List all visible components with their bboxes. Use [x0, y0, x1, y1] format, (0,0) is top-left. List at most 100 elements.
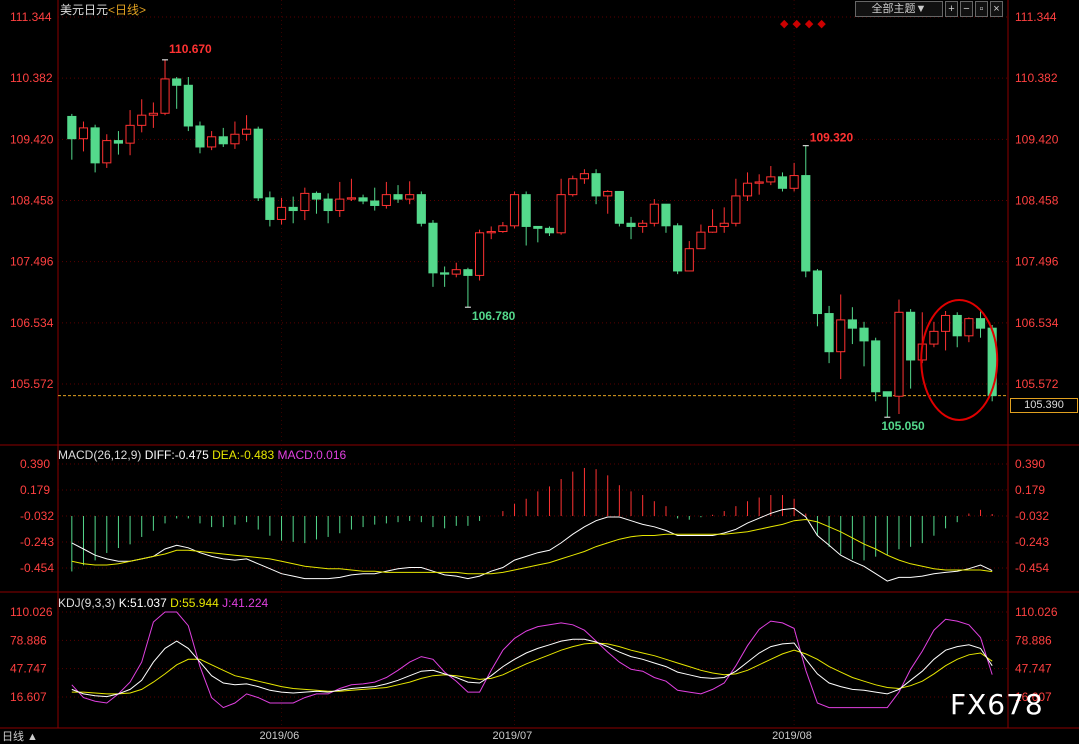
candles-layer — [67, 59, 997, 418]
candle-body-up — [148, 112, 158, 116]
candle-body-up — [766, 176, 776, 183]
macd-layer — [71, 467, 993, 582]
candle-body-up — [789, 175, 799, 189]
kdj-layer — [71, 611, 993, 709]
kdj-tick-right: 47.747 — [1015, 662, 1052, 676]
current-price-box: 105.390 — [1010, 398, 1078, 413]
candle-body-up — [836, 319, 846, 353]
candle-body-down — [428, 222, 438, 274]
period-label[interactable]: <日线> — [108, 3, 146, 17]
candle-body-up — [964, 318, 974, 337]
date-tick: 2019/08 — [772, 730, 812, 742]
annotation-low1: 106.780 — [472, 309, 516, 323]
price-tick-left: 111.344 — [10, 10, 52, 24]
date-tick: 2019/07 — [493, 730, 533, 742]
candle-body-up — [381, 194, 391, 206]
macd-tick-right: -0.032 — [1015, 509, 1049, 523]
theme-select[interactable]: 全部主题▼ — [855, 1, 943, 17]
price-tick-left: 109.420 — [10, 132, 54, 146]
macd-tick-left: -0.454 — [20, 561, 54, 575]
candle-body-up — [509, 194, 520, 227]
candle-body-down — [358, 197, 368, 202]
candle-body-down — [195, 125, 205, 148]
macd-dea-value: DEA:-0.483 — [212, 448, 275, 462]
candle-body-down — [67, 115, 77, 140]
candle-body-down — [614, 190, 624, 224]
kdj-tick-left: 110.026 — [10, 605, 53, 619]
candle-body-down — [882, 391, 892, 397]
candle-body-up — [486, 231, 496, 234]
macd-tick-right: -0.454 — [1015, 561, 1049, 575]
symbol-title: 美元日元 — [60, 3, 109, 17]
candle-body-up — [241, 128, 252, 135]
candle-body-down — [591, 173, 601, 197]
candle-body-up — [742, 182, 753, 197]
toolbar: 全部主题▼ + − ▫ × — [855, 1, 1003, 17]
price-tick-left: 106.534 — [10, 316, 54, 330]
macd-tick-right: -0.243 — [1015, 535, 1049, 549]
kdj-tick-left: 16.607 — [10, 690, 47, 704]
macd-tick-left: -0.032 — [20, 509, 54, 523]
candle-body-down — [812, 270, 823, 315]
candle-body-down — [311, 192, 322, 200]
candle-body-down — [323, 198, 333, 212]
candle-body-up — [300, 192, 310, 212]
candle-body-down — [871, 340, 881, 393]
candle-body-down — [90, 127, 100, 164]
candle-body-down — [218, 136, 228, 145]
candle-body-down — [416, 194, 426, 224]
window-icon[interactable]: ▫ — [975, 1, 988, 17]
macd-diff-value: DIFF:-0.475 — [144, 448, 209, 462]
candle-body-down — [440, 272, 450, 275]
price-tick-left: 105.572 — [10, 377, 54, 391]
candle-body-up — [160, 78, 170, 114]
kdj-header: KDJ(9,3,3) K:51.037 D:55.944 J:41.224 — [58, 596, 268, 610]
candle-body-up — [638, 222, 648, 227]
candle-body-down — [824, 313, 834, 353]
macd-dea-line — [71, 518, 993, 575]
candle-body-down — [906, 311, 916, 361]
candle-body-up — [754, 181, 764, 184]
candle-body-down — [673, 225, 683, 272]
candle-body-down — [288, 206, 298, 212]
candle-body-up — [894, 311, 904, 397]
candle-body-down — [859, 327, 869, 342]
macd-tick-left: 0.179 — [20, 483, 50, 497]
kdj-k-line — [71, 638, 993, 698]
candle-body-up — [684, 248, 694, 272]
candle-body-up — [405, 194, 415, 200]
candle-body-up — [346, 197, 357, 200]
close-icon[interactable]: × — [990, 1, 1003, 17]
annotation-high2: 109.320 — [810, 131, 854, 145]
price-tick-left: 108.458 — [10, 194, 54, 208]
candle-body-up — [719, 222, 729, 227]
candle-body-down — [975, 318, 986, 329]
candle-body-down — [183, 84, 193, 127]
macd-header: MACD(26,12,9) DIFF:-0.475 DEA:-0.483 MAC… — [58, 448, 346, 462]
minus-icon[interactable]: − — [960, 1, 973, 17]
candle-body-up — [207, 136, 217, 148]
candle-body-down — [952, 314, 962, 337]
candle-body-down — [265, 197, 275, 220]
kdj-label: KDJ(9,3,3) — [58, 596, 116, 610]
candle-body-up — [649, 203, 659, 224]
candle-body-up — [137, 114, 147, 126]
chart-header: 美元日元<日线> — [60, 1, 146, 18]
kdj-tick-right: 110.026 — [1015, 605, 1058, 619]
candle-body-up — [335, 198, 345, 212]
candle-body-up — [556, 194, 566, 234]
candle-body-up — [929, 330, 939, 345]
candle-body-down — [521, 194, 531, 227]
candle-body-up — [276, 206, 287, 220]
annotation-low2: 105.050 — [881, 419, 925, 433]
candle-body-up — [940, 314, 951, 332]
macd-tick-right: 0.179 — [1015, 483, 1045, 497]
candle-body-down — [777, 176, 788, 189]
candle-body-down — [661, 203, 671, 227]
price-tick-right: 107.496 — [1015, 255, 1059, 269]
candle-body-up — [451, 269, 461, 275]
candle-body-down — [463, 269, 473, 276]
candle-body-down — [801, 175, 811, 272]
kdj-k-value: K:51.037 — [118, 596, 167, 610]
plus-icon[interactable]: + — [945, 1, 958, 17]
